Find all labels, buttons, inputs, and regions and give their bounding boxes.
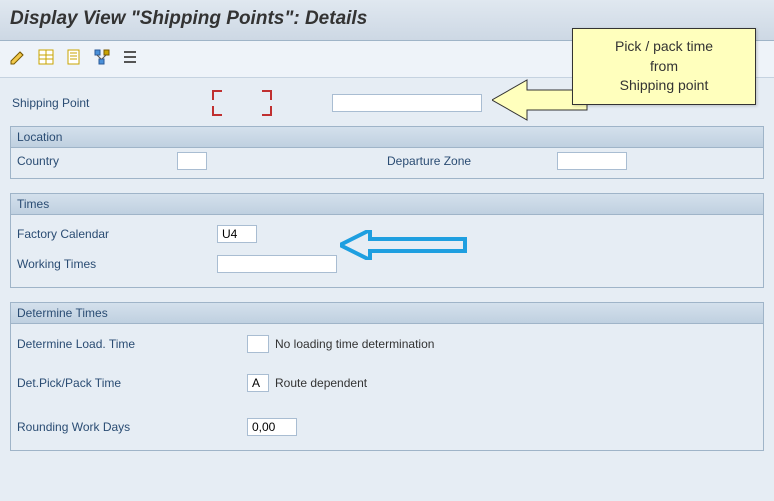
list-icon[interactable]: [120, 47, 140, 67]
departure-zone-input[interactable]: [557, 152, 627, 170]
factory-calendar-input[interactable]: [217, 225, 257, 243]
pickpack-code-input[interactable]: [247, 374, 269, 392]
callout-line1: Pick / pack time: [579, 37, 749, 57]
rounding-input[interactable]: [247, 418, 297, 436]
blue-arrow-icon: [340, 230, 470, 260]
shipping-point-desc-input[interactable]: [332, 94, 482, 112]
table-icon[interactable]: [36, 47, 56, 67]
shipping-point-code-input[interactable]: [227, 94, 257, 112]
working-times-label: Working Times: [17, 257, 217, 271]
rounding-label: Rounding Work Days: [17, 420, 247, 434]
callout-box: Pick / pack time from Shipping point: [572, 28, 756, 105]
determine-times-group: Determine Times Determine Load. Time No …: [10, 302, 764, 451]
country-label: Country: [17, 154, 177, 168]
country-input[interactable]: [177, 152, 207, 170]
callout-line2: from: [579, 57, 749, 77]
location-header: Location: [11, 127, 763, 148]
determine-times-header: Determine Times: [11, 303, 763, 324]
departure-zone-label: Departure Zone: [387, 154, 557, 168]
callout-line3: Shipping point: [579, 76, 749, 96]
factory-calendar-label: Factory Calendar: [17, 227, 217, 241]
load-time-label: Determine Load. Time: [17, 337, 247, 351]
location-group: Location Country Departure Zone: [10, 126, 764, 179]
edit-icon[interactable]: [8, 47, 28, 67]
working-times-input[interactable]: [217, 255, 337, 273]
content-area: Shipping Point Location Country Departur…: [0, 78, 774, 473]
load-time-text: No loading time determination: [275, 337, 434, 351]
hier-icon[interactable]: [92, 47, 112, 67]
pickpack-text: Route dependent: [275, 376, 367, 390]
pickpack-label: Det.Pick/Pack Time: [17, 376, 247, 390]
doc-icon[interactable]: [64, 47, 84, 67]
shipping-point-code-bracket[interactable]: [212, 90, 272, 116]
times-header: Times: [11, 194, 763, 215]
shipping-point-label: Shipping Point: [12, 96, 212, 110]
load-time-code-input[interactable]: [247, 335, 269, 353]
